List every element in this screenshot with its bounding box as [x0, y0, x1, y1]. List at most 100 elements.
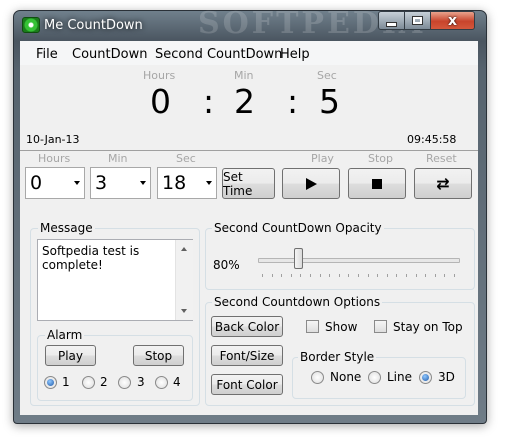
slider-tick: [281, 274, 283, 277]
options-group-title: Second Countdown Options: [212, 295, 383, 309]
alarm-group-title: Alarm: [45, 328, 85, 342]
slider-tick: [271, 274, 273, 277]
minutes-select[interactable]: 3: [90, 167, 151, 199]
border-none-label: None: [330, 370, 362, 384]
minutes-select-value: 3: [95, 172, 108, 194]
slider-tick: [444, 274, 446, 277]
seconds-field-caption: Sec: [176, 152, 196, 165]
minimize-button[interactable]: [378, 11, 405, 30]
message-textarea[interactable]: Softpedia test is complete!: [37, 239, 193, 321]
close-button[interactable]: x: [430, 11, 475, 30]
minimize-icon: [386, 21, 397, 27]
divider: [20, 150, 478, 151]
hours-select[interactable]: 0: [25, 167, 85, 199]
message-text: Softpedia test is complete!: [42, 244, 140, 272]
maximize-icon: [412, 16, 423, 25]
hours-minutes-separator: :: [203, 82, 215, 121]
border-style-group-title: Border Style: [298, 350, 377, 364]
seconds-caption: Sec: [317, 69, 337, 82]
reset-button[interactable]: ⇄: [414, 168, 472, 199]
set-time-button[interactable]: Set Time: [222, 168, 275, 199]
alarm-radio-3-label: 3: [137, 375, 145, 389]
border-line-radio[interactable]: [368, 371, 381, 384]
show-checkbox[interactable]: [306, 320, 319, 333]
slider-tick: [367, 274, 369, 277]
scroll-down-icon[interactable]: [181, 309, 187, 313]
hours-select-value: 0: [30, 172, 43, 194]
border-line-label: Line: [387, 370, 413, 384]
reset-caption: Reset: [426, 152, 457, 165]
slider-tick: [310, 274, 311, 277]
stop-icon: [372, 178, 382, 189]
menu-file[interactable]: File: [36, 47, 58, 62]
hours-field-caption: Hours: [38, 152, 71, 165]
maximize-button[interactable]: [404, 11, 431, 30]
font-color-button[interactable]: Font Color: [211, 374, 283, 395]
slider-tick: [348, 274, 350, 277]
alarm-radio-4[interactable]: [155, 376, 168, 389]
date-label: 10-Jan-13: [26, 133, 80, 146]
hours-display: 0: [150, 82, 171, 121]
play-icon: [305, 177, 317, 190]
seconds-display: 5: [319, 82, 340, 121]
slider-tick: [338, 274, 340, 277]
border-none-radio[interactable]: [311, 371, 324, 384]
slider-tick: [406, 274, 407, 277]
seconds-select-value: 18: [162, 172, 187, 194]
play-button[interactable]: [282, 168, 340, 199]
slider-tick: [415, 274, 417, 277]
seconds-select[interactable]: 18: [157, 167, 217, 199]
opacity-slider-thumb[interactable]: [294, 248, 303, 269]
play-caption: Play: [311, 152, 334, 165]
minutes-field-caption: Min: [108, 152, 128, 165]
alarm-radio-3[interactable]: [118, 376, 131, 389]
chevron-down-icon: [74, 181, 80, 185]
chevron-down-icon: [206, 181, 212, 185]
minutes-caption: Min: [234, 69, 254, 82]
close-icon: x: [447, 12, 458, 29]
menu-countdown[interactable]: CountDown: [72, 47, 147, 62]
slider-tick: [454, 274, 455, 277]
alarm-radio-2[interactable]: [82, 376, 95, 389]
app-icon[interactable]: [22, 17, 40, 33]
slider-tick: [329, 274, 331, 277]
slider-tick: [396, 274, 398, 277]
message-scrollbar[interactable]: [175, 240, 193, 320]
clock-label: 09:45:58: [407, 133, 457, 146]
slider-tick: [358, 274, 359, 277]
opacity-group-title: Second CountDown Opacity: [212, 221, 384, 235]
border-3d-radio[interactable]: [419, 371, 432, 384]
slider-tick: [434, 274, 436, 277]
stop-button[interactable]: [348, 168, 406, 199]
show-checkbox-label: Show: [325, 320, 358, 334]
opacity-value-label: 80%: [213, 258, 240, 272]
alarm-radio-1[interactable]: [44, 376, 57, 389]
alarm-play-button[interactable]: Play: [45, 345, 96, 366]
refresh-icon: ⇄: [436, 174, 450, 193]
alarm-stop-button[interactable]: Stop: [133, 345, 184, 366]
slider-tick: [425, 274, 427, 277]
menu-second-countdown[interactable]: Second CountDown: [155, 47, 282, 62]
alarm-radio-1-label: 1: [62, 375, 70, 389]
minutes-display: 2: [234, 82, 255, 121]
scroll-up-icon[interactable]: [181, 247, 187, 251]
menu-help[interactable]: Help: [280, 47, 310, 62]
slider-tick: [290, 274, 292, 277]
slider-tick: [386, 274, 388, 277]
hours-caption: Hours: [143, 69, 176, 82]
font-size-button[interactable]: Font/Size: [211, 345, 283, 366]
alarm-radio-4-label: 4: [173, 375, 181, 389]
back-color-button[interactable]: Back Color: [211, 316, 283, 337]
message-group-title: Message: [38, 221, 95, 235]
alarm-radio-2-label: 2: [100, 375, 108, 389]
slider-tick: [319, 274, 321, 277]
stay-on-top-checkbox[interactable]: [374, 320, 387, 333]
slider-tick: [262, 274, 263, 277]
slider-tick: [377, 274, 379, 277]
chevron-down-icon: [140, 181, 146, 185]
slider-tick: [300, 274, 302, 277]
minutes-seconds-separator: :: [287, 82, 299, 121]
window-title: Me CountDown: [44, 18, 143, 33]
opacity-slider-track[interactable]: [258, 258, 460, 263]
stay-on-top-checkbox-label: Stay on Top: [393, 320, 463, 334]
